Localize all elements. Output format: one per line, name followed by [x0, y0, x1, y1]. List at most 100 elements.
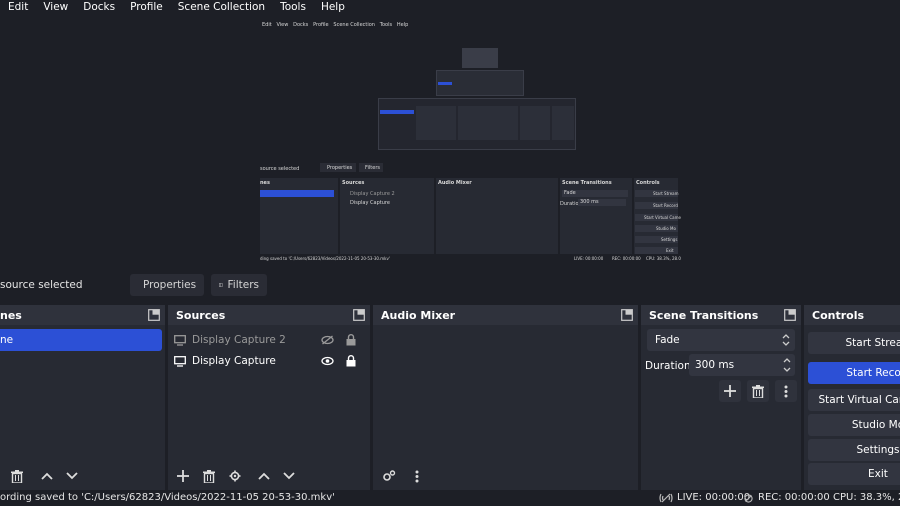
- undock-icon[interactable]: [148, 309, 160, 321]
- exit-button[interactable]: Exit: [808, 463, 900, 485]
- move-scene-up-button[interactable]: [36, 465, 58, 487]
- scenes-dock-title: nes: [0, 308, 22, 322]
- scene-transitions-dock-header: Scene Transitions: [641, 305, 801, 325]
- menu-help[interactable]: Help: [313, 0, 352, 14]
- nested-deep-panel-b: [458, 106, 518, 140]
- duration-value: 300 ms: [695, 359, 735, 371]
- remove-transition-button[interactable]: [747, 380, 769, 402]
- kebab-menu-icon: [415, 470, 419, 482]
- controls-dock: Controls Start Stream Start Record Start…: [804, 305, 900, 490]
- menu-docks[interactable]: Docks: [75, 0, 122, 14]
- nested-source-1: Display Capture 2: [350, 191, 395, 197]
- eye-hidden-icon[interactable]: [321, 335, 334, 345]
- properties-button[interactable]: Properties: [130, 274, 204, 296]
- record-disabled-icon: [744, 494, 753, 503]
- sources-dock: Sources Display Capture 2 Display Captur…: [168, 305, 370, 490]
- duration-spinbox[interactable]: 300 ms: [689, 354, 795, 376]
- nested-deep-highlight: [438, 82, 452, 85]
- gears-icon: [383, 470, 396, 481]
- scene-name: ne: [0, 334, 14, 346]
- remove-source-button[interactable]: [198, 465, 220, 487]
- menu-view[interactable]: View: [35, 0, 75, 14]
- move-source-down-button[interactable]: [278, 465, 300, 487]
- source-name: Display Capture 2: [192, 334, 286, 346]
- source-item-display-capture[interactable]: Display Capture: [174, 351, 360, 371]
- menu-bar: Edit View Docks Profile Scene Collection…: [0, 0, 900, 14]
- nested-menu: Edit View Docks Profile Scene Collection…: [262, 22, 409, 28]
- nested-deep-panel-d: [552, 106, 574, 140]
- monitor-icon: [174, 355, 186, 367]
- trash-icon: [11, 469, 23, 483]
- chevron-down-icon: [66, 472, 78, 480]
- status-live: LIVE: 00:00:00: [677, 492, 751, 503]
- source-item-display-capture-2[interactable]: Display Capture 2: [174, 330, 360, 350]
- audio-mixer-toolbar: [373, 462, 638, 490]
- add-transition-button[interactable]: [719, 380, 741, 402]
- nested-sources-title: Sources: [342, 180, 365, 186]
- nested-deep-panel-a: [416, 106, 456, 140]
- eye-icon[interactable]: [321, 356, 334, 366]
- move-source-up-button[interactable]: [253, 465, 275, 487]
- move-scene-down-button[interactable]: [61, 465, 83, 487]
- nested-filters-label: Filters: [365, 165, 380, 171]
- add-source-button[interactable]: [172, 465, 194, 487]
- nested-scene-selected: [260, 190, 334, 197]
- remove-scene-button[interactable]: [6, 465, 28, 487]
- spin-arrows-icon[interactable]: [783, 358, 791, 372]
- nested-source-2: Display Capture: [350, 200, 390, 206]
- transition-tools: [713, 380, 797, 402]
- undock-icon[interactable]: [784, 309, 796, 321]
- monitor-icon: [174, 334, 186, 346]
- filters-button[interactable]: Filters: [211, 274, 267, 296]
- nested-ctrl-2-label: Start Virtual Came: [644, 215, 681, 220]
- transition-menu-button[interactable]: [775, 380, 797, 402]
- advanced-audio-properties-button[interactable]: [378, 465, 400, 487]
- menu-profile[interactable]: Profile: [122, 0, 170, 14]
- lock-icon[interactable]: [346, 334, 356, 346]
- nested-ctrl-1-label: Start Record: [653, 203, 678, 208]
- nested-deep-preview-1: [462, 48, 498, 68]
- audio-mixer-menu-button[interactable]: [406, 465, 428, 487]
- nested-audio-dock: [436, 178, 558, 254]
- menu-edit[interactable]: Edit: [0, 0, 35, 14]
- kebab-menu-icon: [784, 385, 788, 397]
- audio-mixer-dock-title: Audio Mixer: [381, 308, 456, 322]
- nested-status-cpu: CPU: 38.3%, 28.0: [646, 256, 681, 261]
- source-properties-button[interactable]: [224, 465, 246, 487]
- start-recording-button[interactable]: Start Record: [808, 362, 900, 384]
- source-selected-label: source selected: [0, 279, 83, 291]
- nested-fade-label: Fade: [564, 190, 576, 196]
- nested-ctrl-0-label: Start Stream: [653, 191, 679, 196]
- start-streaming-button[interactable]: Start Stream: [808, 332, 900, 354]
- scene-list-item[interactable]: ne: [0, 329, 162, 351]
- properties-label: Properties: [143, 279, 197, 291]
- nested-transitions-title: Scene Transitions: [562, 180, 612, 186]
- nested-deep-panel-c: [520, 106, 550, 140]
- studio-mode-button[interactable]: Studio Mo: [808, 414, 900, 436]
- undock-icon[interactable]: [621, 309, 633, 321]
- lock-icon[interactable]: [346, 355, 356, 367]
- nested-ctrl-3-label: Studio Mo: [656, 226, 676, 231]
- audio-mixer-dock: Audio Mixer: [373, 305, 638, 490]
- menu-tools[interactable]: Tools: [272, 0, 313, 14]
- start-virtual-camera-button[interactable]: Start Virtual Came: [808, 389, 900, 411]
- transition-select[interactable]: Fade: [647, 329, 795, 351]
- nested-deep-scene-item: [380, 110, 414, 114]
- preview-canvas[interactable]: Edit View Docks Profile Scene Collection…: [0, 14, 900, 268]
- chevron-down-icon: [283, 472, 295, 480]
- status-cpu: CPU: 38.3%, 28.0: [833, 492, 900, 503]
- nested-status-log: ding saved to 'C:/Users/62823/Videos/202…: [260, 256, 390, 261]
- undock-icon[interactable]: [353, 309, 365, 321]
- gear-icon: [229, 470, 241, 482]
- nested-scenes-title: nes: [260, 180, 270, 186]
- sources-dock-header: Sources: [168, 305, 370, 325]
- audio-mixer-dock-header: Audio Mixer: [373, 305, 638, 325]
- duration-label: Duration: [645, 360, 691, 372]
- settings-button[interactable]: Settings: [808, 439, 900, 461]
- network-signal-icon: [659, 493, 673, 503]
- controls-dock-title: Controls: [812, 308, 865, 322]
- chevron-up-icon: [258, 472, 270, 480]
- menu-scene-collection[interactable]: Scene Collection: [170, 0, 272, 14]
- scenes-dock-header: nes: [0, 305, 165, 325]
- chevron-up-icon: [41, 472, 53, 480]
